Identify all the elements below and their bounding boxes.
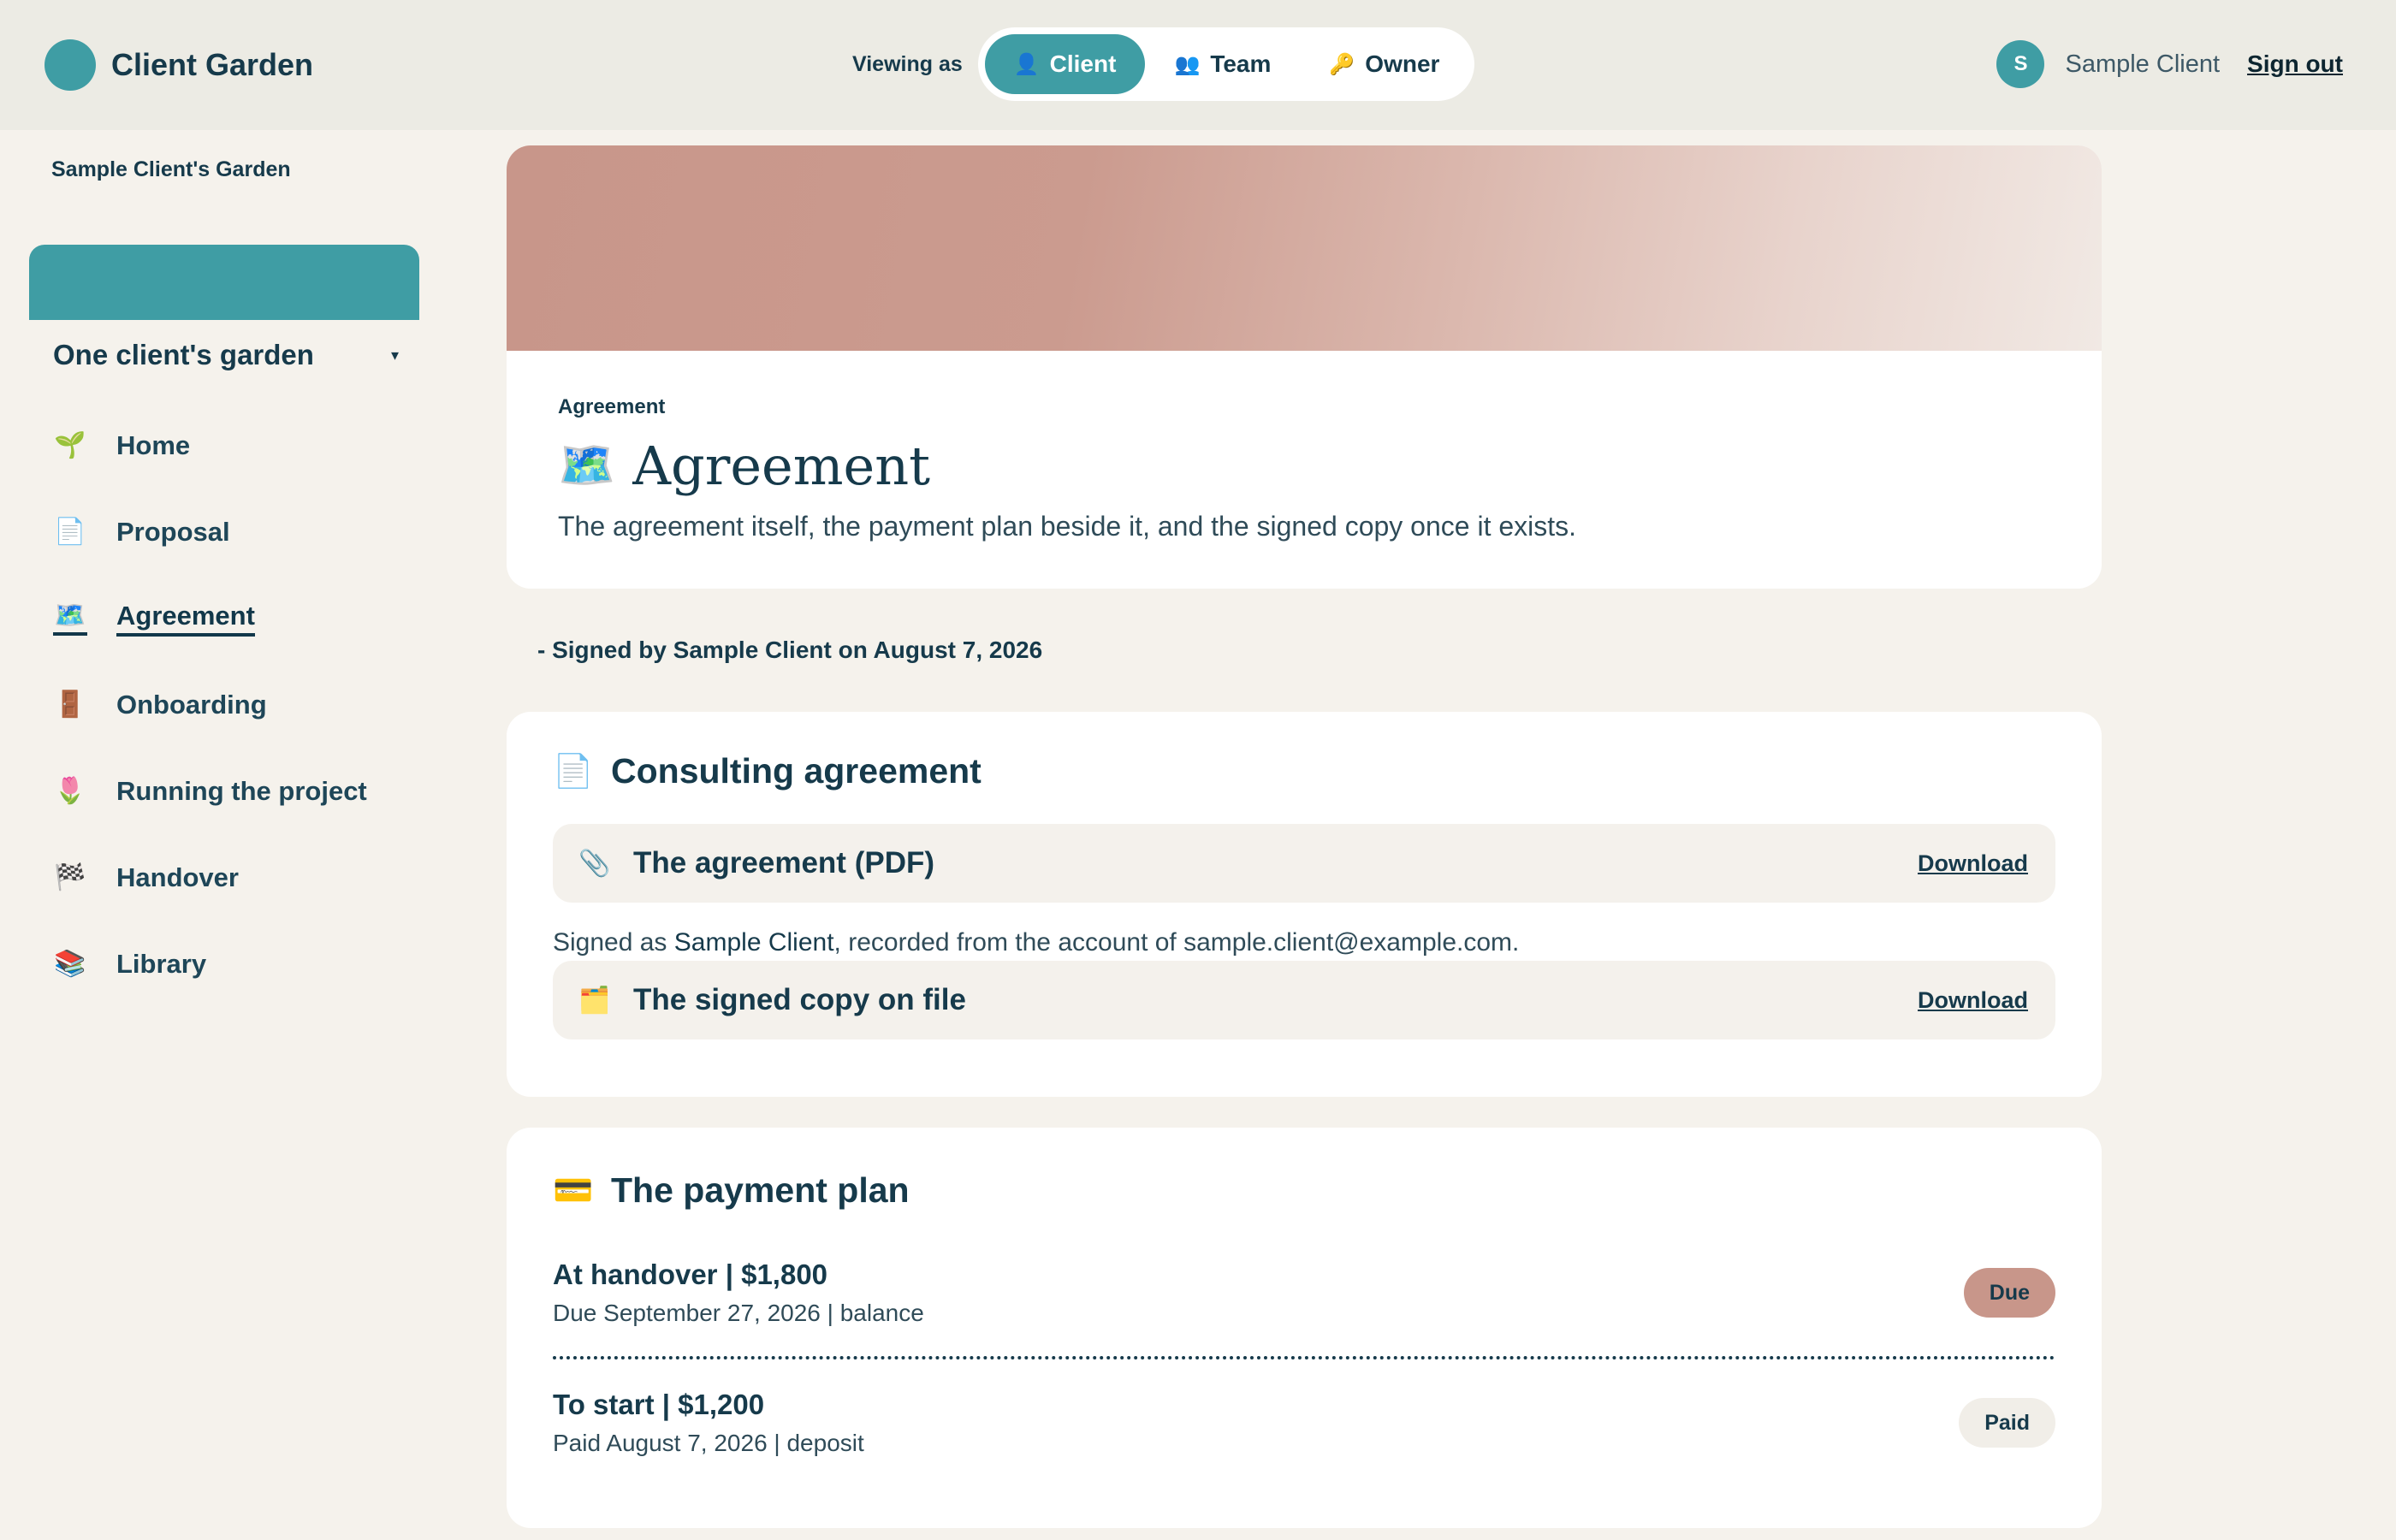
sign-out-link[interactable]: Sign out xyxy=(2247,50,2343,78)
page-title: 🗺️ Agreement xyxy=(558,435,2050,497)
sidebar-item-onboarding[interactable]: 🚪 Onboarding xyxy=(53,661,367,748)
checkered-flag-icon: 🏁 xyxy=(54,863,86,891)
map-icon: 🗺️ xyxy=(558,440,616,491)
status-badge: Paid xyxy=(1959,1398,2055,1448)
tulip-icon: 🌷 xyxy=(54,777,86,805)
key-icon: 🔑 xyxy=(1329,52,1355,76)
payment-plan-card: 💳 The payment plan At handover | $1,800 … xyxy=(507,1128,2102,1528)
document-icon: 📄 xyxy=(54,518,86,546)
breadcrumb: Agreement xyxy=(558,395,666,418)
file-label: The agreement (PDF) xyxy=(633,846,934,880)
payment-detail: Paid August 7, 2026 | deposit xyxy=(553,1430,864,1456)
user-name: Sample Client xyxy=(2065,50,2221,78)
page-description: The agreement itself, the payment plan b… xyxy=(558,511,1577,542)
document-icon: 📄 xyxy=(553,753,594,790)
signed-status-note: - Signed by Sample Client on August 7, 2… xyxy=(537,637,1043,663)
payment-detail: Due September 27, 2026 | balance xyxy=(553,1300,924,1326)
map-icon: 🗺️ xyxy=(53,601,87,636)
file-row-agreement-pdf: 📎 The agreement (PDF) Download xyxy=(553,824,2055,903)
garden-switcher[interactable]: One client's garden ▾ xyxy=(53,339,399,371)
status-badge: Due xyxy=(1963,1268,2055,1318)
credit-card-icon: 💳 xyxy=(553,1172,594,1209)
sidebar-item-running-the-project[interactable]: 🌷 Running the project xyxy=(53,748,367,834)
sidebar-item-label: Agreement xyxy=(116,601,255,637)
viewing-as-label: Viewing as xyxy=(852,51,963,76)
payment-title: At handover | $1,800 xyxy=(553,1259,828,1290)
download-signed-copy-link[interactable]: Download xyxy=(1918,987,2028,1014)
page-header-card: Agreement 🗺️ Agreement The agreement its… xyxy=(507,145,2102,589)
brand[interactable]: Client Garden xyxy=(44,39,313,91)
signed-as-suffix: , recorded from the account of sample.cl… xyxy=(833,928,1520,957)
section-heading: 📄 Consulting agreement xyxy=(553,751,2055,791)
garden-switcher-label: One client's garden xyxy=(53,339,314,370)
file-box-icon: 🗂️ xyxy=(578,986,611,1015)
role-label: Team xyxy=(1210,50,1272,77)
signer-name: Sample Client xyxy=(673,928,834,957)
payment-row: To start | $1,200 Paid August 7, 2026 | … xyxy=(553,1359,2055,1486)
consulting-agreement-card: 📄 Consulting agreement 📎 The agreement (… xyxy=(507,712,2102,1097)
sidebar-item-home[interactable]: 🌱 Home xyxy=(53,402,367,489)
file-row-signed-copy: 🗂️ The signed copy on file Download xyxy=(553,961,2055,1040)
role-label: Client xyxy=(1049,50,1117,77)
sidebar-item-agreement[interactable]: 🗺️ Agreement xyxy=(53,575,367,661)
garden-title: Sample Client's Garden xyxy=(51,157,291,181)
file-label: The signed copy on file xyxy=(633,983,966,1016)
signed-as-prefix: Signed as xyxy=(553,928,674,957)
avatar[interactable]: S xyxy=(1996,40,2045,88)
person-icon: 👤 xyxy=(1013,52,1040,76)
role-switch: 👤 Client 👥 Team 🔑 Owner xyxy=(977,27,1474,101)
door-icon: 🚪 xyxy=(54,690,86,719)
role-label: Owner xyxy=(1365,50,1440,77)
top-bar: Client Garden Viewing as 👤 Client 👥 Team… xyxy=(0,0,2396,130)
payment-title: To start | $1,200 xyxy=(553,1389,765,1420)
sidebar-item-label: Running the project xyxy=(116,775,367,806)
people-icon: 👥 xyxy=(1174,52,1201,76)
sidebar-item-label: Proposal xyxy=(116,516,230,547)
books-icon: 📚 xyxy=(54,950,86,978)
header-banner xyxy=(507,145,2102,351)
page-title-text: Agreement xyxy=(632,435,931,497)
role-owner-button[interactable]: 🔑 Owner xyxy=(1300,34,1468,94)
brand-name: Client Garden xyxy=(111,47,314,82)
sidebar-item-proposal[interactable]: 📄 Proposal xyxy=(53,489,367,575)
role-team-button[interactable]: 👥 Team xyxy=(1145,34,1300,94)
section-heading: 💳 The payment plan xyxy=(553,1170,2055,1211)
sidebar-item-label: Library xyxy=(116,948,207,979)
sidebar-item-label: Handover xyxy=(116,862,239,892)
brand-logo xyxy=(44,39,96,91)
sidebar: Sample Client's Garden One client's gard… xyxy=(0,130,445,1540)
role-client-button[interactable]: 👤 Client xyxy=(984,34,1146,94)
paperclip-icon: 📎 xyxy=(578,849,611,878)
sidebar-item-label: Home xyxy=(116,429,191,460)
caret-down-icon: ▾ xyxy=(390,346,399,364)
user-menu: S Sample Client Sign out xyxy=(1996,40,2343,88)
garden-banner xyxy=(29,245,419,320)
sidebar-item-label: Onboarding xyxy=(116,689,267,720)
payment-row: At handover | $1,800 Due September 27, 2… xyxy=(553,1229,2055,1356)
sidebar-item-library[interactable]: 📚 Library xyxy=(53,921,367,1007)
sidebar-nav: 🌱 Home 📄 Proposal 🗺️ Agreement 🚪 Onboard… xyxy=(53,402,367,1007)
download-agreement-link[interactable]: Download xyxy=(1918,850,2028,877)
section-title: Consulting agreement xyxy=(611,751,982,791)
sidebar-item-handover[interactable]: 🏁 Handover xyxy=(53,834,367,921)
viewing-as-control: Viewing as 👤 Client 👥 Team 🔑 Owner xyxy=(852,27,1474,101)
seedling-icon: 🌱 xyxy=(54,431,86,459)
section-title: The payment plan xyxy=(611,1170,910,1210)
